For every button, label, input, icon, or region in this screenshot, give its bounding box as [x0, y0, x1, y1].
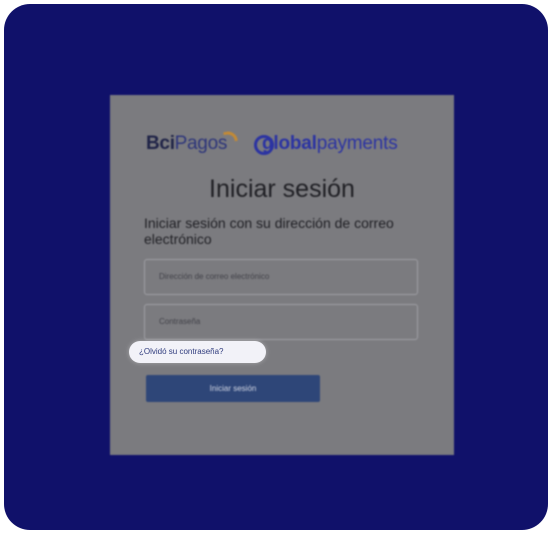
email-placeholder: Dirección de correo electrónico	[159, 272, 270, 281]
bcipagos-logo: BciPagos	[146, 133, 227, 155]
global-wordmark: global	[262, 133, 317, 154]
globalpayments-logo: globalpayments	[262, 133, 398, 155]
password-field[interactable]: Contraseña	[144, 304, 418, 340]
bci-wordmark: Bci	[146, 133, 175, 154]
password-placeholder: Contraseña	[159, 317, 201, 326]
login-subtitle: Iniciar sesión con su dirección de corre…	[144, 215, 394, 247]
brand-logos: BciPagos globalpayments	[146, 129, 436, 159]
email-field[interactable]: Dirección de correo electrónico	[144, 259, 418, 295]
payments-wordmark: payments	[316, 133, 398, 154]
login-card: BciPagos globalpayments Iniciar sesión I…	[110, 95, 454, 455]
modal-backdrop: BciPagos globalpayments Iniciar sesión I…	[4, 4, 548, 530]
forgot-password-link[interactable]: ¿Olvidó su contraseña?	[139, 346, 224, 358]
bci-arc-icon	[223, 129, 238, 144]
page-title: Iniciar sesión	[209, 175, 355, 203]
signin-button[interactable]: Iniciar sesión	[146, 375, 320, 402]
pagos-wordmark: Pagos	[174, 133, 228, 154]
